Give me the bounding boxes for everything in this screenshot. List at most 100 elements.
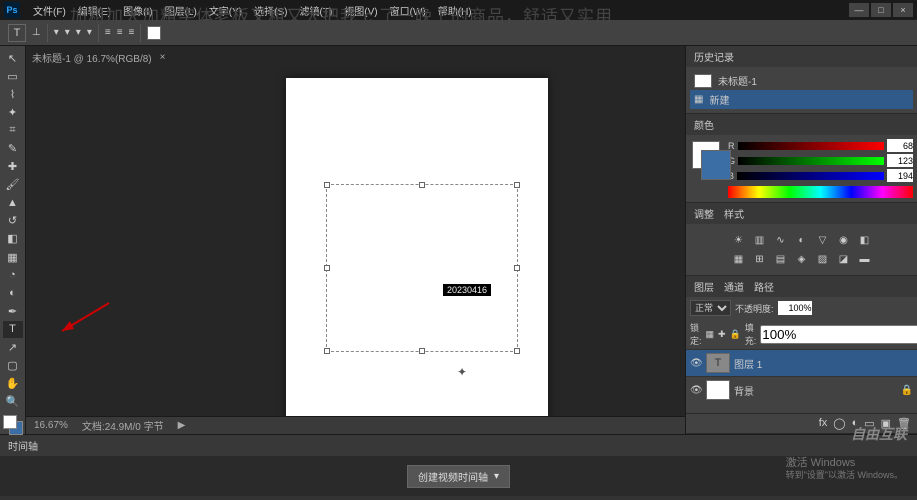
- mask-icon[interactable]: ◯: [833, 417, 845, 430]
- g-slider[interactable]: [738, 157, 884, 165]
- align-left-icon[interactable]: ≡: [105, 27, 111, 38]
- lasso-tool[interactable]: ⌇: [3, 86, 23, 103]
- adj-invert-icon[interactable]: ◈: [793, 251, 811, 267]
- history-tab[interactable]: 历史记录: [694, 49, 734, 64]
- zoom-level[interactable]: 16.67%: [34, 420, 68, 431]
- adj-brightness-icon[interactable]: ☀: [730, 232, 748, 248]
- adj-exposure-icon[interactable]: ◐: [793, 232, 811, 248]
- adj-thresh-icon[interactable]: ◪: [835, 251, 853, 267]
- adjust-tab[interactable]: 调整: [694, 206, 714, 221]
- handle-ml[interactable]: [324, 265, 330, 271]
- overlay-caption: 加粗加大加粗字体老板又粗又大把我 c 了一晚上的商品，舒适又实用: [70, 2, 613, 27]
- handle-br[interactable]: [514, 348, 520, 354]
- type-tool[interactable]: T: [3, 321, 23, 338]
- crop-tool[interactable]: ⌗: [3, 122, 23, 139]
- font-style-dropdown[interactable]: ▾: [65, 27, 70, 38]
- handle-tr[interactable]: [514, 182, 520, 188]
- layers-tab[interactable]: 图层: [694, 279, 714, 294]
- adj-bw-icon[interactable]: ◧: [856, 232, 874, 248]
- brush-tool[interactable]: 🖌: [3, 176, 23, 193]
- tab-close-icon[interactable]: ×: [160, 52, 166, 63]
- status-arrow-icon[interactable]: ▶: [178, 420, 186, 431]
- g-input[interactable]: [887, 154, 913, 167]
- lock-pixels-icon[interactable]: ▦: [706, 329, 715, 340]
- adj-curves-icon[interactable]: ∿: [772, 232, 790, 248]
- adj-levels-icon[interactable]: ▥: [751, 232, 769, 248]
- visibility-icon[interactable]: 👁: [690, 358, 702, 369]
- b-slider[interactable]: [737, 172, 884, 180]
- adj-mixer-icon[interactable]: ⊞: [751, 251, 769, 267]
- maximize-button[interactable]: □: [871, 3, 891, 17]
- blend-mode-select[interactable]: 正常: [690, 300, 731, 316]
- hand-tool[interactable]: ✋: [3, 375, 23, 392]
- b-input[interactable]: [887, 169, 913, 182]
- adj-vibrance-icon[interactable]: ▽: [814, 232, 832, 248]
- minimize-button[interactable]: —: [849, 3, 869, 17]
- gradient-tool[interactable]: ▦: [3, 249, 23, 266]
- opacity-input[interactable]: [778, 301, 812, 315]
- adj-grad-icon[interactable]: ▬: [856, 251, 874, 267]
- adj-lookup-icon[interactable]: ▤: [772, 251, 790, 267]
- align-center-icon[interactable]: ≡: [117, 27, 123, 38]
- shape-tool[interactable]: ▢: [3, 357, 23, 374]
- layer-name[interactable]: 图层 1: [734, 356, 762, 371]
- layer-row-bg[interactable]: 👁 背景 🔒: [686, 376, 917, 403]
- blur-tool[interactable]: ◔: [3, 267, 23, 284]
- color-tab[interactable]: 颜色: [694, 117, 714, 132]
- create-timeline-button[interactable]: 创建视频时间轴 ▾: [407, 465, 510, 488]
- dropdown-arrow-icon[interactable]: ▾: [494, 471, 499, 482]
- eyedropper-tool[interactable]: ✎: [3, 140, 23, 157]
- text-color-swatch[interactable]: [147, 26, 161, 40]
- menu-file[interactable]: 文件(F): [28, 1, 71, 20]
- handle-tm[interactable]: [419, 182, 425, 188]
- fill-input[interactable]: [760, 325, 917, 344]
- lock-all-icon[interactable]: 🔒: [730, 329, 741, 340]
- handle-bl[interactable]: [324, 348, 330, 354]
- zoom-tool[interactable]: 🔍: [3, 393, 23, 410]
- history-step-row[interactable]: ▦新建: [690, 90, 913, 109]
- spectrum-strip[interactable]: [728, 186, 913, 198]
- wand-tool[interactable]: ✦: [3, 104, 23, 121]
- viewport[interactable]: 20230416 ✦: [26, 68, 685, 416]
- paths-tab[interactable]: 路径: [754, 279, 774, 294]
- styles-tab[interactable]: 样式: [724, 206, 744, 221]
- fx-icon[interactable]: fx: [819, 417, 828, 430]
- lock-position-icon[interactable]: ✚: [718, 329, 726, 340]
- close-button[interactable]: ×: [893, 3, 913, 17]
- r-slider[interactable]: [738, 142, 885, 150]
- text-bounding-box[interactable]: 20230416 ✦: [326, 184, 518, 352]
- orientation-icon[interactable]: ⊥: [32, 27, 41, 38]
- layer-name[interactable]: 背景: [734, 383, 754, 398]
- antialias-dropdown[interactable]: ▾: [87, 27, 92, 38]
- adj-hue-icon[interactable]: ◉: [835, 232, 853, 248]
- eraser-tool[interactable]: ◧: [3, 230, 23, 247]
- channels-tab[interactable]: 通道: [724, 279, 744, 294]
- handle-mr[interactable]: [514, 265, 520, 271]
- visibility-icon[interactable]: 👁: [690, 385, 702, 396]
- tool-preset[interactable]: T: [8, 24, 26, 42]
- font-size-dropdown[interactable]: ▾: [76, 27, 81, 38]
- handle-bm[interactable]: [419, 348, 425, 354]
- dodge-tool[interactable]: ◐: [3, 285, 23, 302]
- adj-photo-icon[interactable]: ▦: [730, 251, 748, 267]
- adj-poster-icon[interactable]: ▨: [814, 251, 832, 267]
- align-right-icon[interactable]: ≡: [129, 27, 135, 38]
- pen-tool[interactable]: ✒: [3, 303, 23, 320]
- path-tool[interactable]: ↗: [3, 339, 23, 356]
- font-family-dropdown[interactable]: ▾: [54, 27, 59, 38]
- marquee-tool[interactable]: ▭: [3, 68, 23, 85]
- timeline-tab[interactable]: 时间轴: [8, 442, 38, 453]
- healing-tool[interactable]: ✚: [3, 158, 23, 175]
- history-brush-tool[interactable]: ↺: [3, 212, 23, 229]
- r-input[interactable]: [887, 139, 913, 152]
- color-swatches[interactable]: [3, 415, 23, 434]
- canvas-page[interactable]: 20230416 ✦: [286, 78, 548, 416]
- color-swatch[interactable]: [692, 141, 720, 169]
- move-tool[interactable]: ↖: [3, 50, 23, 67]
- document-tab[interactable]: 未标题-1 @ 16.7%(RGB/8): [32, 50, 152, 65]
- layer-row-1[interactable]: 👁 T 图层 1: [686, 349, 917, 376]
- handle-tl[interactable]: [324, 182, 330, 188]
- history-doc-row[interactable]: 未标题-1: [690, 71, 913, 90]
- stamp-tool[interactable]: ▲: [3, 194, 23, 211]
- fg-color[interactable]: [3, 415, 17, 429]
